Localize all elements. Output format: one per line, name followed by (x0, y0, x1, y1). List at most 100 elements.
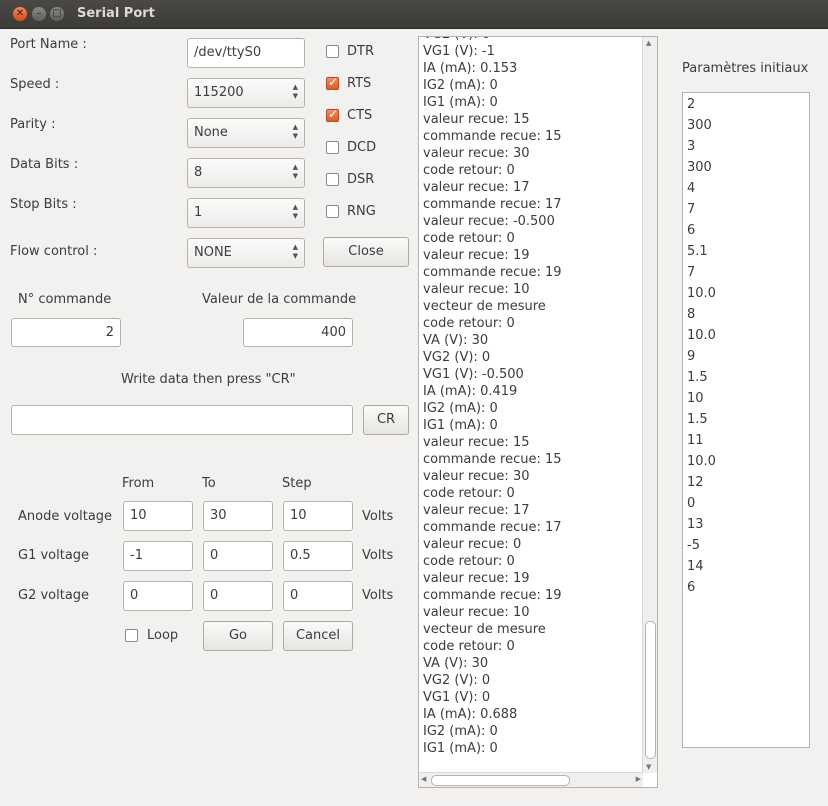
log-line: VG1 (V): -0.500 (423, 367, 524, 382)
g1-from-input[interactable]: -1 (123, 541, 193, 571)
dtr-checkbox[interactable] (326, 45, 339, 58)
param-value: 10.0 (687, 454, 716, 469)
write-data-input[interactable] (11, 405, 353, 435)
anode-from-input[interactable]: 10 (123, 501, 193, 531)
window-title: Serial Port (77, 6, 155, 21)
rng-checkbox[interactable] (326, 205, 339, 218)
loop-checkbox[interactable] (125, 629, 138, 642)
window-close-button[interactable]: ✕ (13, 7, 27, 21)
params-list[interactable]: 2 300 3 300 4 7 6 5.1 7 10.0 8 10.0 9 1.5 10 1.5 11 10.0 1… (682, 92, 810, 748)
log-line: code retour: 0 (423, 554, 515, 569)
stop-bits-label: Stop Bits : (10, 197, 77, 212)
cts-checkbox[interactable] (326, 107, 339, 122)
log-line: IG2 (mA): 0 (423, 401, 498, 416)
port-name-input[interactable]: /dev/ttyS0 (187, 38, 305, 68)
flow-control-label: Flow control : (10, 244, 98, 259)
param-value: 2 (687, 97, 696, 112)
command-number-input[interactable]: 2 (11, 318, 121, 347)
log-horizontal-scrollbar[interactable]: ◀ ▶ (419, 772, 643, 787)
data-bits-combo[interactable]: 8 ▲ ▼ (187, 158, 305, 188)
write-data-label: Write data then press "CR" (121, 372, 296, 387)
log-line: code retour: 0 (423, 231, 515, 246)
cancel-button[interactable]: Cancel (283, 621, 353, 651)
scroll-down-icon[interactable]: ▼ (646, 763, 651, 771)
log-line: IA (mA): 0.688 (423, 707, 518, 722)
param-value: 11 (687, 433, 704, 448)
log-line: code retour: 0 (423, 163, 515, 178)
log-line: valeur recue: 0 (423, 537, 522, 552)
log-line: VA (V): 30 (423, 333, 489, 348)
param-value: 6 (687, 580, 696, 595)
scroll-left-icon[interactable]: ◀ (421, 775, 426, 783)
speed-label: Speed : (10, 77, 60, 92)
command-number-label: N° commande (18, 292, 112, 307)
close-port-button[interactable]: Close (323, 237, 409, 267)
log-vertical-thumb[interactable] (645, 621, 656, 759)
data-bits-value: 8 (194, 165, 203, 180)
flow-control-combo[interactable]: NONE ▲ ▼ (187, 238, 305, 268)
g2-to-input[interactable]: 0 (203, 581, 273, 611)
serial-log[interactable]: VG2 (V): 0VG1 (V): -1IA (mA): 0.153IG2 (… (418, 36, 658, 788)
dcd-checkbox[interactable] (326, 141, 339, 154)
scroll-up-icon[interactable]: ▲ (646, 39, 651, 47)
from-label: From (122, 476, 155, 491)
log-line: VG1 (V): -1 (423, 44, 495, 59)
speed-combo[interactable]: 115200 ▲ ▼ (187, 78, 305, 108)
param-value: 5.1 (687, 244, 708, 259)
g2-voltage-label: G2 voltage (18, 588, 90, 603)
g2-step-input[interactable]: 0 (283, 581, 353, 611)
log-horizontal-thumb[interactable] (431, 775, 570, 786)
log-line: IA (mA): 0.419 (423, 384, 518, 399)
parity-combo[interactable]: None ▲ ▼ (187, 118, 305, 148)
anode-step-input[interactable]: 10 (283, 501, 353, 531)
stop-bits-combo[interactable]: 1 ▲ ▼ (187, 198, 305, 228)
log-line: valeur recue: 15 (423, 435, 530, 450)
cr-button[interactable]: CR (363, 405, 409, 435)
dtr-label: DTR (347, 44, 374, 59)
param-value: 300 (687, 118, 712, 133)
log-line: valeur recue: 10 (423, 605, 530, 620)
window-maximize-button[interactable]: □ (50, 7, 64, 21)
param-value: -5 (687, 538, 700, 553)
anode-unit-label: Volts (362, 509, 394, 524)
dsr-checkbox[interactable] (326, 173, 339, 186)
maximize-icon: □ (52, 8, 62, 19)
log-line: VG2 (V): 0 (423, 350, 491, 365)
param-value: 10 (687, 391, 704, 406)
command-value-input[interactable]: 400 (243, 318, 353, 347)
dsr-label: DSR (347, 172, 375, 187)
command-value-label: Valeur de la commande (202, 292, 357, 307)
spin-arrows-icon: ▲ ▼ (292, 163, 298, 180)
close-icon: ✕ (15, 8, 25, 19)
cts-label: CTS (347, 108, 373, 123)
anode-to-input[interactable]: 30 (203, 501, 273, 531)
param-value: 300 (687, 160, 712, 175)
log-line: valeur recue: 19 (423, 571, 530, 586)
scroll-right-icon[interactable]: ▶ (636, 775, 641, 783)
log-vertical-scrollbar[interactable]: ▲ ▼ (642, 37, 657, 773)
window-minimize-button[interactable]: – (32, 7, 46, 21)
param-value: 3 (687, 139, 696, 154)
log-line: IG1 (mA): 0 (423, 741, 498, 756)
g1-to-input[interactable]: 0 (203, 541, 273, 571)
g1-voltage-label: G1 voltage (18, 548, 90, 563)
log-line: commande recue: 19 (423, 265, 562, 280)
log-line: IG1 (mA): 0 (423, 95, 498, 110)
log-line: commande recue: 15 (423, 129, 562, 144)
log-line: IG2 (mA): 0 (423, 724, 498, 739)
go-button[interactable]: Go (203, 621, 273, 651)
param-value: 0 (687, 496, 696, 511)
minimize-icon: – (36, 8, 42, 19)
param-value: 10.0 (687, 286, 716, 301)
param-value: 9 (687, 349, 696, 364)
log-line: valeur recue: 30 (423, 469, 530, 484)
g1-step-input[interactable]: 0.5 (283, 541, 353, 571)
to-label: To (202, 476, 216, 491)
g2-from-input[interactable]: 0 (123, 581, 193, 611)
log-line: vecteur de mesure (423, 299, 546, 314)
param-value: 10.0 (687, 328, 716, 343)
log-lines: VG2 (V): 0VG1 (V): -1IA (mA): 0.153IG2 (… (423, 37, 562, 757)
log-line: commande recue: 19 (423, 588, 562, 603)
rts-checkbox[interactable] (326, 75, 339, 90)
spin-arrows-icon: ▲ ▼ (292, 243, 298, 260)
